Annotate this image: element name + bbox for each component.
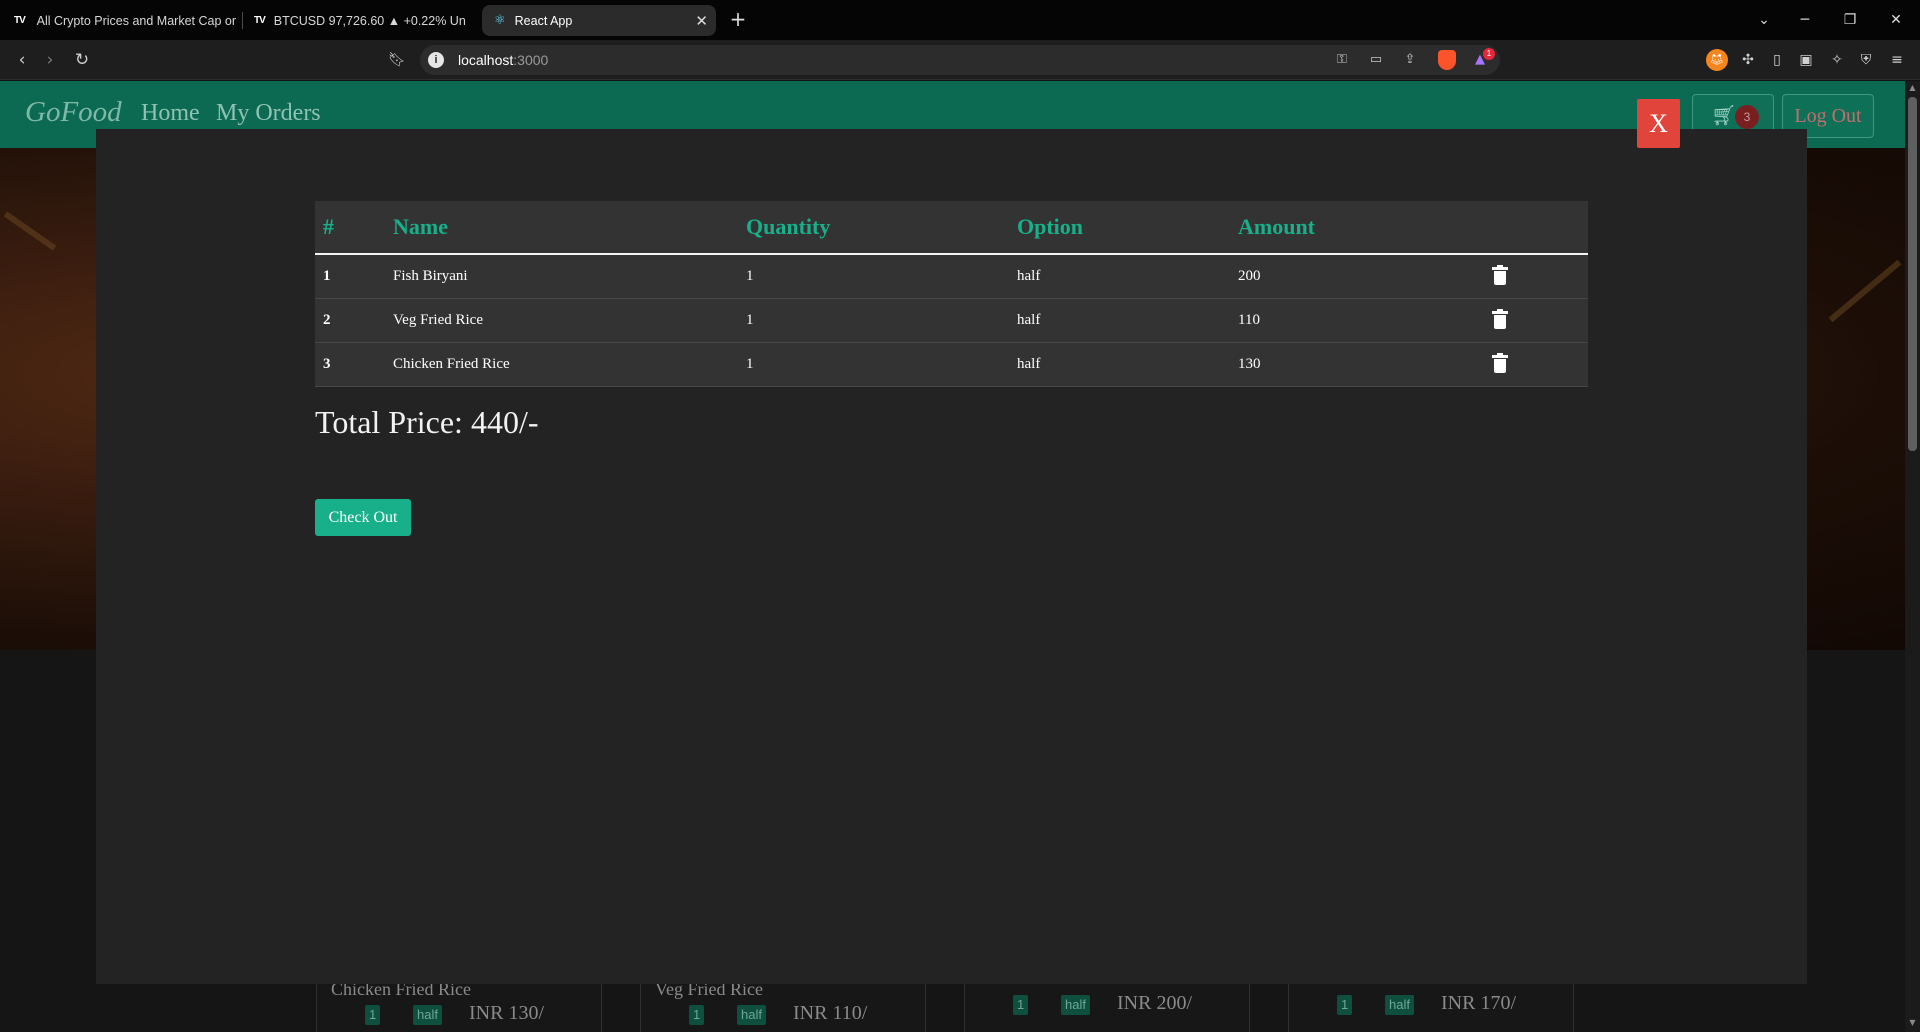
site-info-icon[interactable]: i bbox=[428, 52, 444, 68]
quantity-select[interactable]: 1 bbox=[1013, 995, 1029, 1015]
row-amount: 130 bbox=[1238, 355, 1261, 372]
new-tab-button[interactable]: + bbox=[726, 6, 750, 32]
cart-count-badge: 3 bbox=[1735, 105, 1759, 129]
row-index: 1 bbox=[323, 267, 331, 284]
key-icon[interactable]: ⚿ bbox=[1332, 51, 1352, 69]
forward-button[interactable]: › bbox=[38, 48, 62, 72]
minimize-button[interactable]: ─ bbox=[1793, 8, 1817, 32]
delete-cell bbox=[1483, 254, 1588, 298]
food-card: 1 half INR 170/ bbox=[1288, 976, 1574, 1032]
cart-icon: 🛒︎ bbox=[1711, 103, 1737, 127]
hero-decoration bbox=[3, 211, 57, 251]
page-scrollbar[interactable]: ▲ ▼ bbox=[1905, 81, 1920, 1032]
size-select[interactable]: half bbox=[1061, 995, 1090, 1015]
leo-ai-icon[interactable]: ✧ bbox=[1826, 49, 1848, 71]
table-row: 3 Chicken Fried Rice 1 half 130 bbox=[315, 342, 1588, 386]
back-button[interactable]: ‹ bbox=[10, 48, 34, 72]
browser-tab-strip: TV All Crypto Prices and Market Cap or T… bbox=[0, 0, 1920, 40]
quantity-select[interactable]: 1 bbox=[365, 1005, 381, 1025]
reload-button[interactable]: ↻ bbox=[70, 48, 94, 72]
row-option: half bbox=[1017, 311, 1041, 328]
food-card-price: INR 200/ bbox=[1117, 992, 1192, 1014]
tab-crypto-prices[interactable]: TV All Crypto Prices and Market Cap or bbox=[14, 5, 236, 36]
food-card: Veg Fried Rice 1 half INR 110/ bbox=[640, 976, 926, 1032]
row-name: Veg Fried Rice bbox=[393, 311, 483, 328]
food-card: 1 half INR 200/ bbox=[964, 976, 1250, 1032]
close-tab-icon[interactable]: ✕ bbox=[695, 12, 708, 30]
restore-button[interactable]: ❐ bbox=[1838, 8, 1862, 32]
scrollbar-thumb[interactable] bbox=[1908, 97, 1917, 451]
food-card-price: INR 170/ bbox=[1441, 992, 1516, 1014]
vpn-icon[interactable]: ⛨ bbox=[1855, 49, 1877, 71]
tab-title: React App bbox=[514, 13, 573, 28]
checkout-button[interactable]: Check Out bbox=[315, 499, 411, 536]
cast-icon[interactable]: ▭ bbox=[1366, 51, 1386, 69]
delete-cell bbox=[1483, 298, 1588, 342]
row-name: Chicken Fried Rice bbox=[393, 355, 510, 372]
scroll-up-icon[interactable]: ▲ bbox=[1907, 83, 1918, 95]
tab-title: BTCUSD 97,726.60 ▲ +0.22% Unnar bbox=[273, 13, 466, 28]
quantity-select[interactable]: 1 bbox=[689, 1005, 705, 1025]
address-bar[interactable]: i localhost:3000 ⚿ ▭ ⇪ ▲ 1 bbox=[420, 45, 1500, 75]
total-price: Total Price: 440/- bbox=[315, 404, 539, 440]
row-quantity: 1 bbox=[746, 267, 754, 284]
column-header-index: # bbox=[323, 214, 334, 239]
menu-icon[interactable]: ≡ bbox=[1886, 49, 1908, 71]
row-index: 3 bbox=[323, 355, 331, 372]
table-row: 2 Veg Fried Rice 1 half 110 bbox=[315, 298, 1588, 342]
react-icon: ⚛ bbox=[494, 13, 506, 28]
wallet-icon[interactable]: ▣ bbox=[1795, 49, 1817, 71]
tab-search-chevron-icon[interactable]: ⌄ bbox=[1752, 8, 1776, 32]
nav-link-home[interactable]: Home bbox=[141, 100, 200, 127]
size-select[interactable]: half bbox=[1385, 995, 1414, 1015]
notification-badge: 1 bbox=[1483, 48, 1495, 60]
hero-decoration bbox=[1828, 259, 1902, 323]
size-select[interactable]: half bbox=[413, 1005, 442, 1025]
quantity-select[interactable]: 1 bbox=[1337, 995, 1353, 1015]
column-header-name: Name bbox=[393, 214, 448, 239]
food-card: Chicken Fried Rice 1 half INR 130/ bbox=[316, 976, 602, 1032]
column-header-quantity: Quantity bbox=[746, 214, 831, 239]
row-option: half bbox=[1017, 267, 1041, 284]
metamask-icon[interactable]: 🦊︎ bbox=[1706, 49, 1728, 71]
nav-link-my-orders[interactable]: My Orders bbox=[216, 100, 321, 127]
column-header-option: Option bbox=[1017, 214, 1084, 239]
browser-toolbar: ‹ › ↻ 🔖︎ i localhost:3000 ⚿ ▭ ⇪ ▲ 1 🦊︎ ✣… bbox=[0, 40, 1920, 80]
tab-title: All Crypto Prices and Market Cap or bbox=[36, 13, 236, 28]
tradingview-icon: TV bbox=[254, 14, 266, 26]
tab-btcusd[interactable]: TV BTCUSD 97,726.60 ▲ +0.22% Unnar bbox=[254, 5, 466, 36]
bookmark-icon[interactable]: 🔖︎ bbox=[385, 48, 409, 72]
close-window-button[interactable]: ✕ bbox=[1884, 8, 1908, 32]
sidebar-icon[interactable]: ▯ bbox=[1766, 49, 1788, 71]
food-card-price: INR 130/ bbox=[469, 1002, 544, 1024]
row-quantity: 1 bbox=[746, 355, 754, 372]
delete-cell bbox=[1483, 342, 1588, 386]
scroll-down-icon[interactable]: ▼ bbox=[1907, 1018, 1918, 1030]
url-text: localhost:3000 bbox=[458, 52, 549, 68]
share-icon[interactable]: ⇪ bbox=[1400, 51, 1420, 69]
column-header-amount: Amount bbox=[1238, 214, 1316, 239]
size-select[interactable]: half bbox=[737, 1005, 766, 1025]
cart-table-header-row: # Name Quantity Option Amount bbox=[315, 201, 1588, 254]
trash-icon[interactable] bbox=[1491, 308, 1509, 330]
close-modal-button[interactable]: X bbox=[1637, 99, 1680, 148]
extensions-icon[interactable]: ✣ bbox=[1737, 49, 1759, 71]
row-amount: 110 bbox=[1238, 311, 1260, 328]
cart-table: # Name Quantity Option Amount 1 Fish Bir… bbox=[315, 201, 1588, 387]
trash-icon[interactable] bbox=[1491, 352, 1509, 374]
row-name: Fish Biryani bbox=[393, 267, 468, 284]
tab-react-app[interactable]: ⚛ React App ✕ bbox=[482, 5, 716, 36]
trash-icon[interactable] bbox=[1491, 264, 1509, 286]
row-amount: 200 bbox=[1238, 267, 1261, 284]
brand-logo[interactable]: GoFood bbox=[25, 96, 122, 129]
tab-divider bbox=[242, 12, 243, 29]
food-card-price: INR 110/ bbox=[793, 1002, 868, 1024]
row-index: 2 bbox=[323, 311, 331, 328]
row-quantity: 1 bbox=[746, 311, 754, 328]
row-option: half bbox=[1017, 355, 1041, 372]
tradingview-icon: TV bbox=[14, 14, 26, 26]
table-row: 1 Fish Biryani 1 half 200 bbox=[315, 254, 1588, 298]
brave-shields-icon[interactable] bbox=[1438, 50, 1456, 70]
column-header-actions bbox=[1483, 201, 1588, 254]
